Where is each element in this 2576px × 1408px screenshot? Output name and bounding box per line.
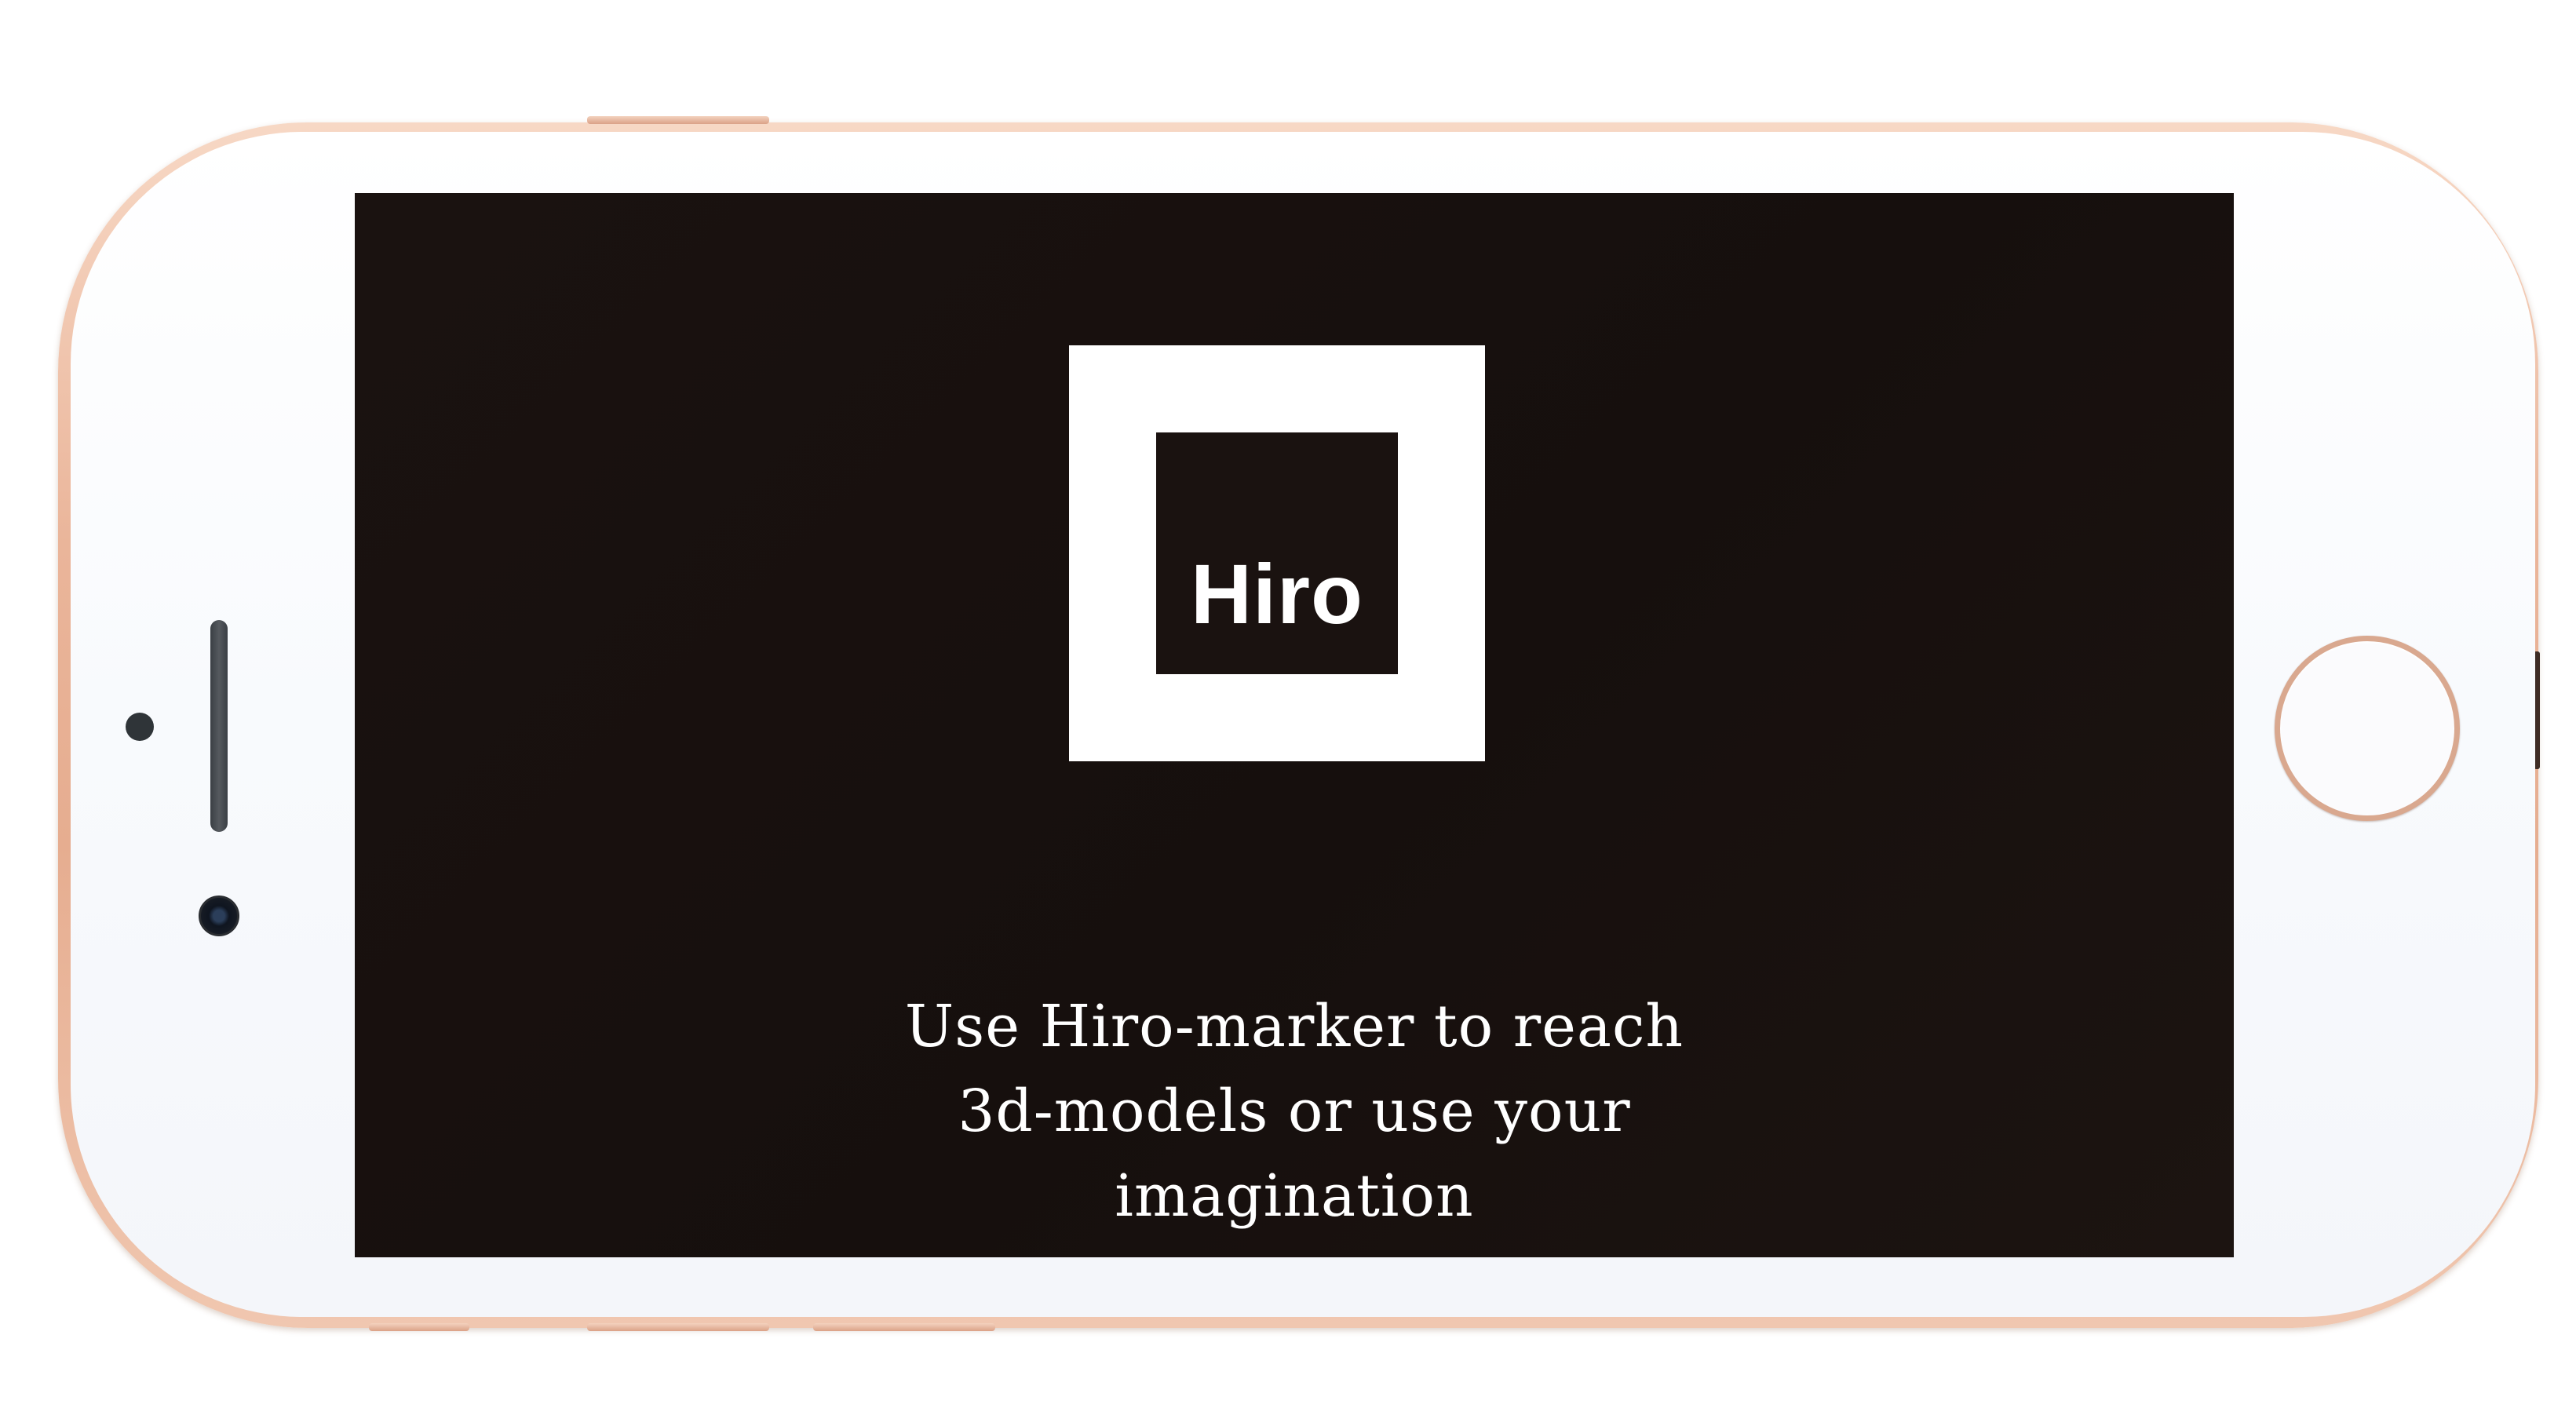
app-screen: Hiro Use Hiro-marker to reach 3d-models … xyxy=(355,193,2234,1257)
volume-up-button xyxy=(587,1323,769,1331)
instruction-line: Use Hiro-marker to reach xyxy=(904,993,1684,1060)
instruction-text: Use Hiro-marker to reach 3d-models or us… xyxy=(590,984,1998,1238)
hiro-marker-center: Hiro xyxy=(1156,432,1398,674)
hiro-marker-label: Hiro xyxy=(1191,546,1363,641)
instruction-line: 3d-models or use your xyxy=(958,1078,1631,1145)
earpiece-speaker-icon xyxy=(210,620,228,832)
volume-down-button xyxy=(813,1323,995,1331)
home-button[interactable] xyxy=(2275,636,2460,821)
power-button xyxy=(587,116,769,124)
device-mockup: Hiro Use Hiro-marker to reach 3d-models … xyxy=(0,0,2576,1408)
proximity-sensor-icon xyxy=(126,713,154,741)
instruction-line: imagination xyxy=(1115,1162,1474,1230)
mute-switch xyxy=(369,1323,469,1331)
hiro-marker: Hiro xyxy=(1069,345,1485,761)
front-camera-icon xyxy=(199,896,239,936)
